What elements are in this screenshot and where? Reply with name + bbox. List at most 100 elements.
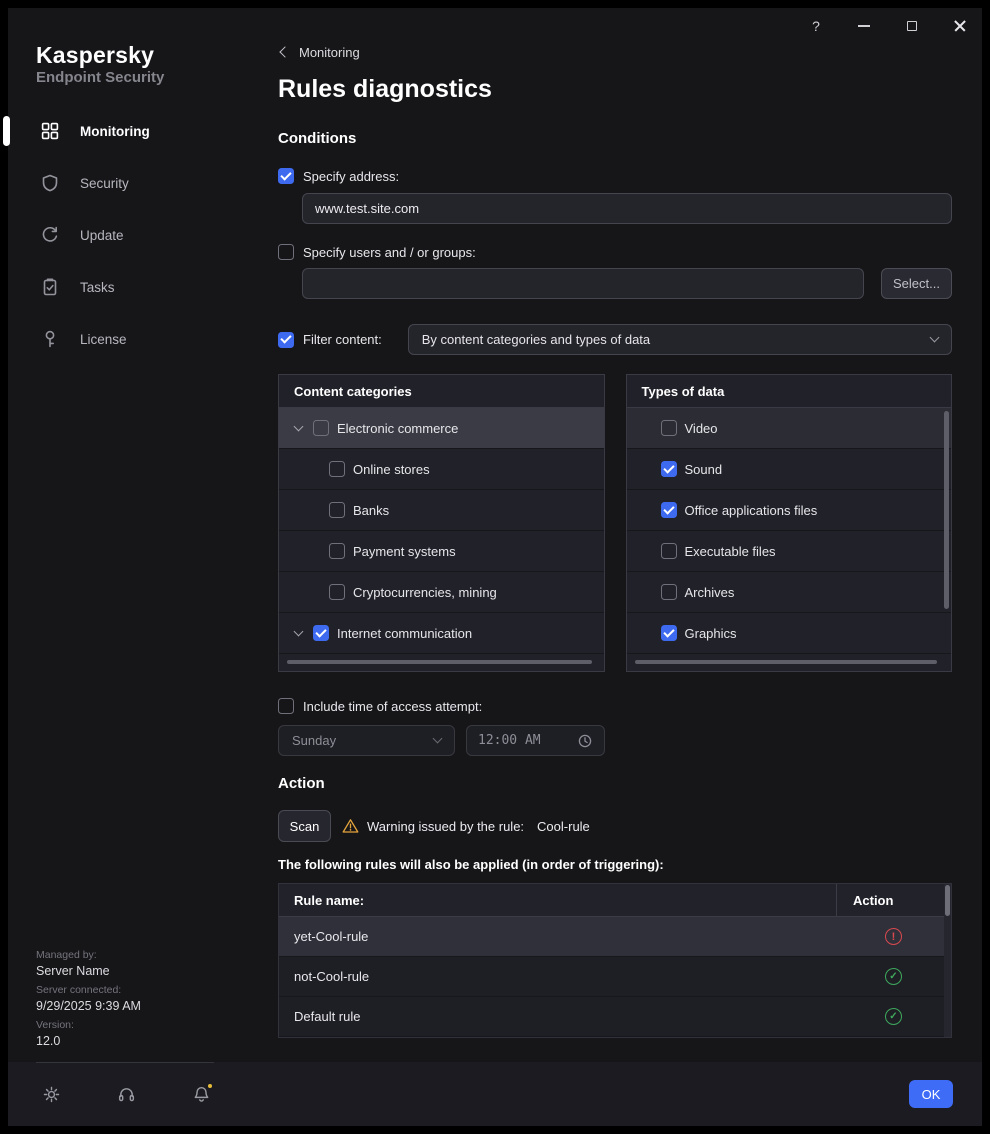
app-window: ? Kaspersky Endpoint Security Monitoring [8, 8, 982, 1126]
window-controls: ? [802, 8, 974, 44]
notifications-bell-icon[interactable] [192, 1085, 211, 1104]
close-button[interactable] [946, 12, 974, 40]
maximize-button[interactable] [898, 12, 926, 40]
filter-panels: Content categories Electronic commerce O… [278, 374, 952, 672]
category-checkbox[interactable] [329, 502, 345, 518]
specify-address-label: Specify address: [303, 169, 399, 184]
sidebar-nav: Monitoring Security Update [8, 105, 262, 365]
sidebar-item-security[interactable]: Security [8, 157, 262, 209]
minimize-button[interactable] [850, 12, 878, 40]
back-label: Monitoring [299, 45, 360, 60]
content-categories-panel: Content categories Electronic commerce O… [278, 374, 605, 672]
version-label: Version: [36, 1019, 226, 1031]
sidebar-item-tasks[interactable]: Tasks [8, 261, 262, 313]
specify-users-checkbox[interactable] [278, 244, 294, 260]
sidebar-item-label: License [80, 332, 127, 347]
ok-status-icon [885, 968, 902, 985]
action-row: Scan Warning issued by the rule: Cool-ru… [278, 810, 952, 842]
type-checkbox[interactable] [661, 625, 677, 641]
types-of-data-header: Types of data [627, 375, 952, 408]
day-select[interactable]: Sunday [278, 725, 455, 756]
page-title: Rules diagnostics [278, 72, 952, 106]
tree-row[interactable]: Online stores [279, 449, 604, 490]
type-checkbox[interactable] [661, 420, 677, 436]
table-row[interactable]: Default rule [279, 997, 951, 1037]
scan-button[interactable]: Scan [278, 810, 331, 842]
category-label: Internet communication [337, 626, 472, 641]
type-label: Office applications files [685, 503, 818, 518]
minimize-icon [858, 25, 870, 27]
notification-dot [206, 1082, 214, 1090]
tree-row[interactable]: Electronic commerce [279, 408, 604, 449]
error-status-icon [885, 928, 902, 945]
back-link[interactable]: Monitoring [278, 44, 952, 60]
server-connected-label: Server connected: [36, 984, 226, 996]
chevron-down-icon[interactable] [294, 422, 304, 432]
managed-by-value: Server Name [36, 964, 226, 978]
category-checkbox[interactable] [329, 584, 345, 600]
time-value: 12:00 AM [478, 733, 541, 748]
clipboard-icon [40, 277, 60, 297]
rules-note: The following rules will also be applied… [278, 856, 952, 874]
specify-address-checkbox[interactable] [278, 168, 294, 184]
list-item[interactable]: Office applications files [627, 490, 952, 531]
tree-row[interactable]: Cryptocurrencies, mining [279, 572, 604, 613]
category-checkbox[interactable] [329, 543, 345, 559]
tree-row[interactable]: Banks [279, 490, 604, 531]
rule-name-cell: yet-Cool-rule [279, 929, 836, 944]
vertical-scrollbar[interactable] [944, 411, 949, 609]
chevron-down-icon[interactable] [294, 627, 304, 637]
type-label: Executable files [685, 544, 776, 559]
help-button[interactable]: ? [802, 12, 830, 40]
select-users-button[interactable]: Select... [881, 268, 952, 299]
type-label: Archives [685, 585, 735, 600]
filter-content-label: Filter content: [303, 332, 382, 347]
list-item[interactable]: Archives [627, 572, 952, 613]
type-checkbox[interactable] [661, 543, 677, 559]
list-item[interactable]: Graphics [627, 613, 952, 654]
sidebar-item-license[interactable]: License [8, 313, 262, 365]
settings-gear-icon[interactable] [42, 1085, 61, 1104]
tree-row[interactable]: Internet communication [279, 613, 604, 654]
chevron-left-icon [279, 46, 290, 57]
include-time-checkbox[interactable] [278, 698, 294, 714]
sidebar-item-label: Update [80, 228, 124, 243]
address-input[interactable] [302, 193, 952, 224]
list-item[interactable]: Video [627, 408, 952, 449]
warning-text: Warning issued by the rule: [367, 819, 524, 834]
category-checkbox[interactable] [313, 625, 329, 641]
horizontal-scrollbar[interactable] [635, 660, 938, 664]
action-heading: Action [278, 775, 952, 793]
category-checkbox[interactable] [313, 420, 329, 436]
users-input[interactable] [302, 268, 864, 299]
action-column-header: Action [836, 884, 951, 916]
monitoring-icon [40, 121, 60, 141]
type-checkbox[interactable] [661, 584, 677, 600]
horizontal-scrollbar[interactable] [287, 660, 592, 664]
filter-content-checkbox[interactable] [278, 332, 294, 348]
tree-row[interactable]: Payment systems [279, 531, 604, 572]
filter-content-value: By content categories and types of data [422, 332, 650, 347]
sidebar-item-monitoring[interactable]: Monitoring [8, 105, 262, 157]
category-label: Cryptocurrencies, mining [353, 585, 497, 600]
include-time-row: Include time of access attempt: [278, 698, 952, 714]
sidebar-item-update[interactable]: Update [8, 209, 262, 261]
category-checkbox[interactable] [329, 461, 345, 477]
type-checkbox[interactable] [661, 502, 677, 518]
table-row[interactable]: not-Cool-rule [279, 957, 951, 997]
server-info: Managed by: Server Name Server connected… [36, 949, 226, 1054]
ok-status-icon [885, 1008, 902, 1025]
support-headset-icon[interactable] [117, 1085, 136, 1104]
filter-content-row: Filter content: By content categories an… [278, 324, 952, 355]
filter-content-select[interactable]: By content categories and types of data [408, 324, 952, 355]
ok-button[interactable]: OK [909, 1080, 953, 1108]
type-checkbox[interactable] [661, 461, 677, 477]
time-input[interactable]: 12:00 AM [466, 725, 605, 756]
list-item[interactable]: Sound [627, 449, 952, 490]
list-item[interactable]: Executable files [627, 531, 952, 572]
table-scrollbar-thumb[interactable] [945, 885, 950, 916]
rule-name-cell: Default rule [279, 1009, 836, 1024]
include-time-label: Include time of access attempt: [303, 699, 482, 714]
specify-users-label: Specify users and / or groups: [303, 245, 476, 260]
table-row[interactable]: yet-Cool-rule [279, 917, 951, 957]
